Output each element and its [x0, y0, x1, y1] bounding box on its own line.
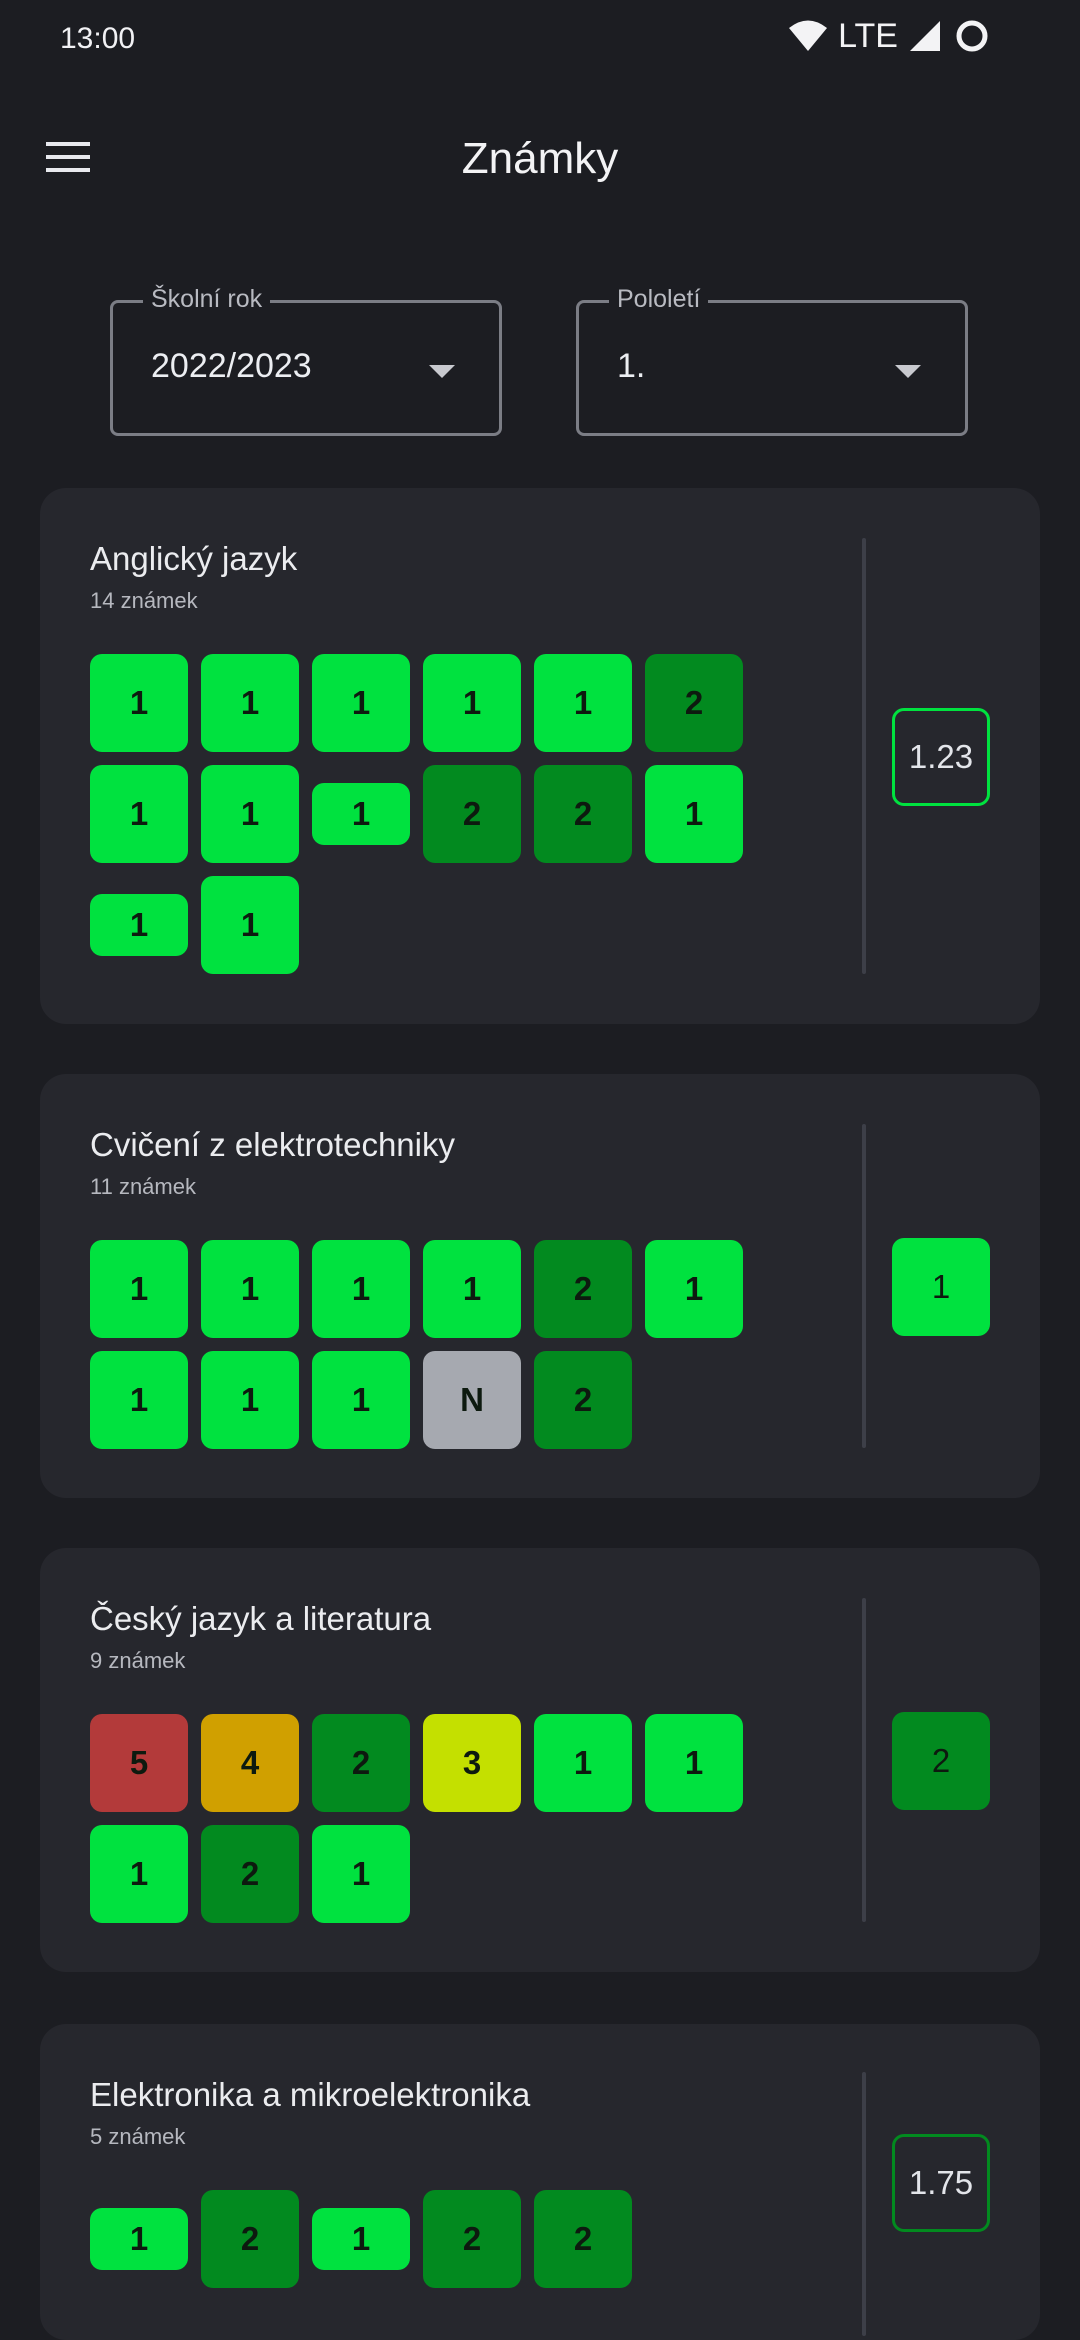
- grade-tile[interactable]: 1: [201, 1240, 299, 1338]
- subject-name: Cvičení z elektrotechniky: [90, 1126, 455, 1163]
- average-badge: 1.23: [892, 708, 990, 806]
- grade-tile[interactable]: 2: [312, 1714, 410, 1812]
- grade-tile[interactable]: 2: [201, 1825, 299, 1923]
- caret-down-icon: [429, 365, 455, 378]
- grade-tile[interactable]: 1: [534, 1714, 632, 1812]
- grade-tile[interactable]: 4: [201, 1714, 299, 1812]
- average-badge: 1.75: [892, 2134, 990, 2232]
- grade-tile[interactable]: 1: [645, 1714, 743, 1812]
- grade-count: 11 známek: [90, 1174, 196, 1199]
- card-divider: [862, 2072, 866, 2336]
- caret-down-icon: [895, 365, 921, 378]
- grade-tile[interactable]: 5: [90, 1714, 188, 1812]
- subject-name: Anglický jazyk: [90, 540, 298, 577]
- battery-icon: [956, 20, 988, 52]
- network-type: LTE: [838, 16, 898, 55]
- subject-name: Český jazyk a literatura: [90, 1600, 432, 1637]
- card-divider: [862, 1598, 866, 1922]
- grade-count: 5 známek: [90, 2124, 186, 2149]
- semester-dropdown[interactable]: Pololetí 1.: [576, 285, 968, 436]
- grade-tile[interactable]: 1: [201, 876, 299, 974]
- subject-card[interactable]: Elektronika a mikroelektronika 5 známek …: [40, 2024, 1040, 2340]
- grade-tile[interactable]: 2: [534, 1351, 632, 1449]
- grade-tile[interactable]: 2: [534, 765, 632, 863]
- grade-tile[interactable]: 1: [423, 1240, 521, 1338]
- grade-tile[interactable]: 1: [90, 2208, 188, 2270]
- grade-tile[interactable]: 2: [423, 765, 521, 863]
- app-bar: Známky: [0, 80, 1080, 240]
- grade-tile[interactable]: 1: [90, 1351, 188, 1449]
- grade-tile[interactable]: 1: [201, 765, 299, 863]
- grade-tile[interactable]: 1: [90, 765, 188, 863]
- grade-tile[interactable]: 2: [423, 2190, 521, 2288]
- semester-value: 1.: [617, 347, 646, 385]
- subject-card[interactable]: Český jazyk a literatura 9 známek 2 5423…: [40, 1548, 1040, 1972]
- grade-tile[interactable]: 1: [312, 1240, 410, 1338]
- grade-tile[interactable]: 2: [201, 2190, 299, 2288]
- status-icons: LTE: [788, 16, 992, 56]
- school-year-label: Školní rok: [143, 285, 271, 314]
- grade-tile[interactable]: 1: [90, 654, 188, 752]
- grade-tile[interactable]: 1: [423, 654, 521, 752]
- subject-name: Elektronika a mikroelektronika: [90, 2076, 531, 2113]
- grade-tile[interactable]: 1: [645, 1240, 743, 1338]
- grade-tile[interactable]: 1: [90, 894, 188, 956]
- card-divider: [862, 1124, 866, 1448]
- average-badge: 1: [892, 1238, 990, 1336]
- school-year-dropdown[interactable]: Školní rok 2022/2023: [110, 285, 502, 436]
- average-badge: 2: [892, 1712, 990, 1810]
- grade-tile[interactable]: 1: [312, 654, 410, 752]
- status-time: 13:00: [60, 22, 136, 55]
- semester-label: Pololetí: [609, 285, 709, 314]
- subject-card[interactable]: Cvičení z elektrotechniky 11 známek 1 11…: [40, 1074, 1040, 1498]
- signal-icon: [910, 21, 940, 51]
- grade-count: 9 známek: [90, 1648, 186, 1673]
- grade-tile[interactable]: 1: [312, 2208, 410, 2270]
- school-year-value: 2022/2023: [151, 347, 312, 385]
- subject-card[interactable]: Anglický jazyk 14 známek 1.23 1111121112…: [40, 488, 1040, 1024]
- grade-count: 14 známek: [90, 588, 198, 613]
- status-bar: 13:00 LTE: [0, 0, 1080, 80]
- grade-tile[interactable]: 1: [90, 1240, 188, 1338]
- grade-tile[interactable]: 1: [312, 1351, 410, 1449]
- grade-tile[interactable]: 1: [201, 654, 299, 752]
- grade-tile[interactable]: 2: [534, 2190, 632, 2288]
- grade-tile[interactable]: 2: [534, 1240, 632, 1338]
- grade-tile[interactable]: 1: [645, 765, 743, 863]
- grade-tile[interactable]: N: [423, 1351, 521, 1449]
- wifi-icon: [789, 20, 828, 51]
- grade-tile[interactable]: 3: [423, 1714, 521, 1812]
- card-divider: [862, 538, 866, 974]
- grade-tile[interactable]: 1: [312, 1825, 410, 1923]
- grade-tile[interactable]: 2: [645, 654, 743, 752]
- grade-tile[interactable]: 1: [90, 1825, 188, 1923]
- grade-tile[interactable]: 1: [312, 783, 410, 845]
- grade-tile[interactable]: 1: [534, 654, 632, 752]
- grade-tile[interactable]: 1: [201, 1351, 299, 1449]
- page-title: Známky: [461, 134, 619, 183]
